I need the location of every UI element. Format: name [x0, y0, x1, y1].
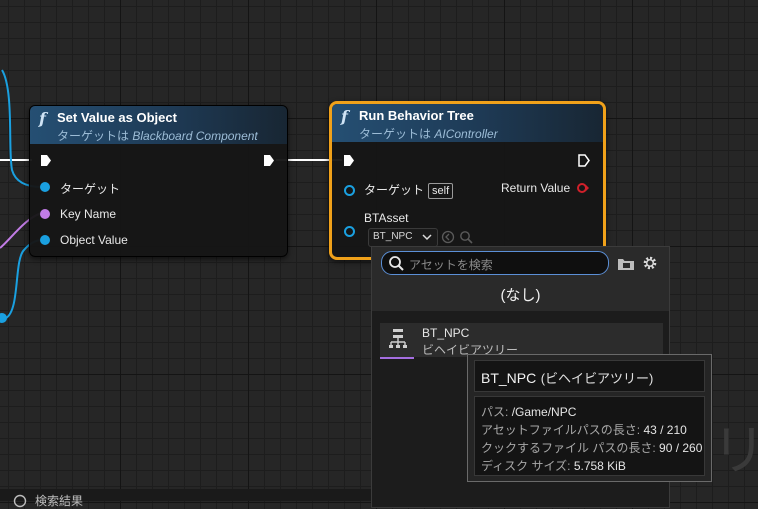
tooltip-path-row: パス: /Game/NPC [481, 405, 577, 419]
bt-asset-pin[interactable] [344, 226, 355, 237]
return-value-pin[interactable] [576, 182, 590, 194]
exec-out-pin[interactable] [263, 154, 275, 167]
node-title: Run Behavior Tree [359, 108, 474, 123]
tooltip-cook-path-length-row: クックするファイル パスの長さ: 90 / 260 [481, 441, 703, 455]
asset-picker-header: アセットを検索 (なし) [372, 247, 669, 311]
target-pin[interactable] [344, 185, 355, 196]
tooltip-disk-size-row: ディスク サイズ: 5.758 KiB [481, 459, 626, 473]
tooltip-asset-path-length-row: アセットファイルパスの長さ: 43 / 210 [481, 423, 687, 437]
use-selected-asset-icon[interactable] [441, 230, 455, 244]
node-title: Set Value as Object [57, 110, 177, 125]
node-header: f Run Behavior Tree ターゲットは AIController [332, 104, 603, 142]
tooltip-details: パス: /Game/NPC アセットファイルパスの長さ: 43 / 210 クッ… [474, 396, 705, 476]
node-subtitle: ターゲットは Blackboard Component [57, 129, 258, 143]
exec-out-pin[interactable] [578, 154, 590, 167]
target-pin-label: ターゲット [60, 182, 121, 196]
target-pin-label: ターゲット self [364, 181, 454, 199]
return-value-pin-label: Return Value [501, 181, 571, 195]
bt-asset-pin-label: BTAsset [364, 211, 409, 225]
browse-search-icon[interactable] [459, 230, 473, 244]
folder-icon[interactable] [617, 257, 635, 271]
asset-search-input[interactable]: アセットを検索 [381, 251, 609, 275]
chevron-down-icon [422, 234, 432, 241]
bt-asset-combo-value: BT_NPC [373, 231, 413, 242]
key-name-pin[interactable] [40, 209, 50, 219]
object-value-pin-label: Object Value [60, 233, 128, 247]
search-results-icon [13, 494, 27, 508]
exec-in-pin[interactable] [343, 154, 355, 167]
background-watermark: リ [712, 419, 758, 482]
asset-list-item[interactable]: BT_NPC ビヘイビアツリー [380, 323, 663, 357]
tooltip-title: BT_NPC (ビヘイビアツリー) [481, 370, 654, 386]
target-pin[interactable] [40, 182, 50, 192]
gear-icon[interactable] [642, 255, 658, 271]
bt-asset-combo[interactable]: BT_NPC [368, 228, 438, 247]
node-header: f Set Value as Object ターゲットは Blackboard … [30, 106, 287, 144]
tooltip-header: BT_NPC (ビヘイビアツリー) [474, 360, 705, 392]
function-icon: f [341, 107, 348, 126]
exec-in-pin[interactable] [40, 154, 52, 167]
search-placeholder: アセットを検索 [409, 258, 493, 272]
none-option[interactable]: (なし) [372, 283, 669, 309]
asset-item-name: BT_NPC [422, 326, 470, 340]
self-badge: self [428, 183, 454, 199]
key-name-pin-label: Key Name [60, 207, 117, 221]
object-value-pin[interactable] [40, 235, 50, 245]
node-subtitle: ターゲットは AIController [359, 127, 498, 141]
behavior-tree-icon [389, 329, 407, 348]
function-icon: f [39, 109, 46, 128]
asset-tooltip: BT_NPC (ビヘイビアツリー) パス: /Game/NPC アセットファイル… [467, 354, 712, 482]
asset-type-color-bar [380, 357, 414, 359]
search-icon [389, 256, 404, 271]
